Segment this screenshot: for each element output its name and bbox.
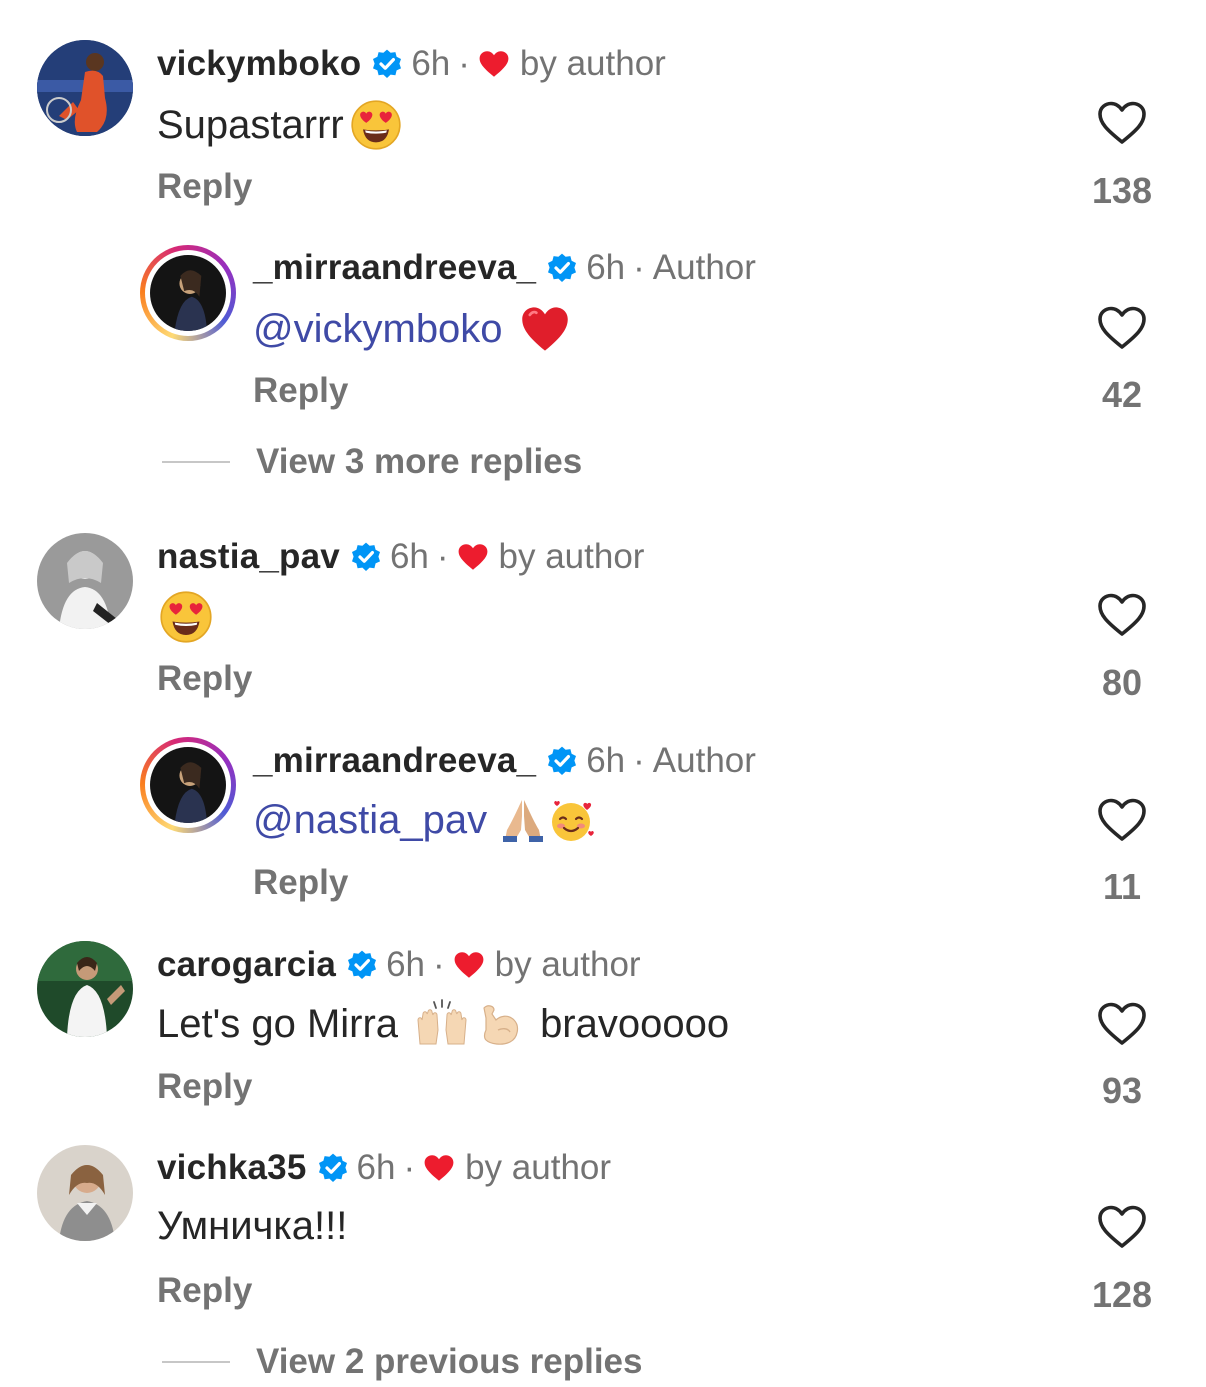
comment-body: Умничка!!!	[157, 1204, 348, 1248]
comment-body: Let's go Mirra	[157, 1001, 399, 1046]
avatar-image	[37, 1145, 133, 1241]
timestamp: 6h	[586, 741, 626, 780]
author-label: Author	[652, 741, 756, 780]
comment-text: @vickymboko	[253, 303, 571, 355]
comment-meta: _mirraandreeva_ 6h · Author	[253, 248, 756, 288]
story-ring[interactable]	[140, 245, 236, 341]
comment-text: @nastia_pav	[253, 796, 597, 844]
avatar-image	[150, 747, 226, 823]
view-more-replies-label: View 3 more replies	[256, 442, 583, 481]
avatar[interactable]	[37, 1145, 133, 1241]
timestamp: 6h	[356, 1148, 396, 1187]
comment-body-suffix: bravooooo	[540, 1001, 730, 1046]
timestamp: 6h	[586, 248, 626, 287]
heart-eyes-emoji	[159, 590, 213, 644]
username[interactable]: nastia_pav	[157, 537, 340, 577]
like-count: 42	[1101, 374, 1143, 415]
reply-button[interactable]: Reply	[157, 1067, 252, 1107]
view-previous-replies-label: View 2 previous replies	[256, 1342, 643, 1381]
like-heart-outline-icon[interactable]	[1097, 592, 1147, 638]
like-count: 128	[1091, 1274, 1153, 1315]
heart-icon	[453, 950, 485, 980]
view-more-replies-button[interactable]: View 3 more replies	[162, 442, 582, 482]
like-heart-outline-icon[interactable]	[1097, 305, 1147, 351]
reply-button[interactable]: Reply	[253, 371, 348, 411]
story-ring[interactable]	[140, 737, 236, 833]
liked-by-author-label: by author	[498, 537, 645, 576]
liked-by-author-label: by author	[465, 1148, 612, 1187]
verified-badge-icon	[546, 252, 578, 284]
timestamp: 6h	[386, 945, 425, 984]
like-count: 80	[1101, 662, 1143, 703]
liked-by-author-label: by author	[494, 945, 641, 984]
comment-text: Let's go Mirra bravooooo	[157, 999, 729, 1049]
heart-icon	[423, 1153, 455, 1183]
comment-text: Умничка!!!	[157, 1204, 347, 1249]
verified-badge-icon	[346, 949, 378, 981]
verified-badge-icon	[546, 745, 578, 777]
username[interactable]: _mirraandreeva_	[253, 741, 536, 781]
like-count: 93	[1101, 1070, 1143, 1111]
reply-button[interactable]: Reply	[157, 659, 252, 699]
divider-line	[162, 461, 230, 463]
separator: ·	[403, 1148, 416, 1187]
avatar-image	[37, 941, 133, 1037]
heart-icon	[457, 542, 489, 572]
avatar-image	[37, 533, 133, 629]
comment-meta: vichka35 6h · by author	[157, 1148, 611, 1188]
red-heart-emoji	[519, 303, 571, 355]
like-count: 11	[1102, 866, 1142, 907]
view-previous-replies-button[interactable]: View 2 previous replies	[162, 1342, 643, 1382]
separator: ·	[633, 248, 645, 287]
username[interactable]: carogarcia	[157, 945, 336, 985]
username[interactable]: _mirraandreeva_	[253, 248, 536, 288]
verified-badge-icon	[350, 541, 382, 573]
smiling-face-hearts-emoji	[549, 796, 597, 844]
username[interactable]: vichka35	[157, 1148, 307, 1188]
comment-meta: carogarcia 6h · by author	[157, 945, 641, 985]
like-heart-outline-icon[interactable]	[1097, 1001, 1147, 1047]
reply-button[interactable]: Reply	[253, 863, 348, 903]
folded-hands-emoji	[499, 796, 547, 844]
comment-text	[157, 590, 213, 644]
mention-link[interactable]: @nastia_pav	[253, 798, 487, 843]
author-label: Author	[652, 248, 756, 287]
reply-button[interactable]: Reply	[157, 1271, 252, 1311]
like-heart-outline-icon[interactable]	[1097, 1204, 1147, 1250]
avatar-image	[150, 255, 226, 331]
comment-meta: _mirraandreeva_ 6h · Author	[253, 741, 756, 781]
timestamp: 6h	[389, 537, 429, 576]
separator: ·	[433, 945, 445, 984]
avatar[interactable]	[37, 941, 133, 1037]
avatar[interactable]	[37, 533, 133, 629]
divider-line	[162, 1361, 230, 1363]
mention-link[interactable]: @vickymboko	[253, 307, 503, 352]
separator: ·	[633, 741, 645, 780]
comment-item: vichka35 6h · by author Умничка!!! Reply…	[0, 0, 1206, 1315]
verified-badge-icon	[317, 1152, 349, 1184]
separator: ·	[436, 537, 449, 576]
flexed-biceps-emoji	[476, 1000, 524, 1048]
comment-meta: nastia_pav 6h · by author	[157, 537, 644, 577]
raising-hands-emoji	[412, 999, 472, 1049]
like-heart-outline-icon[interactable]	[1097, 797, 1147, 843]
